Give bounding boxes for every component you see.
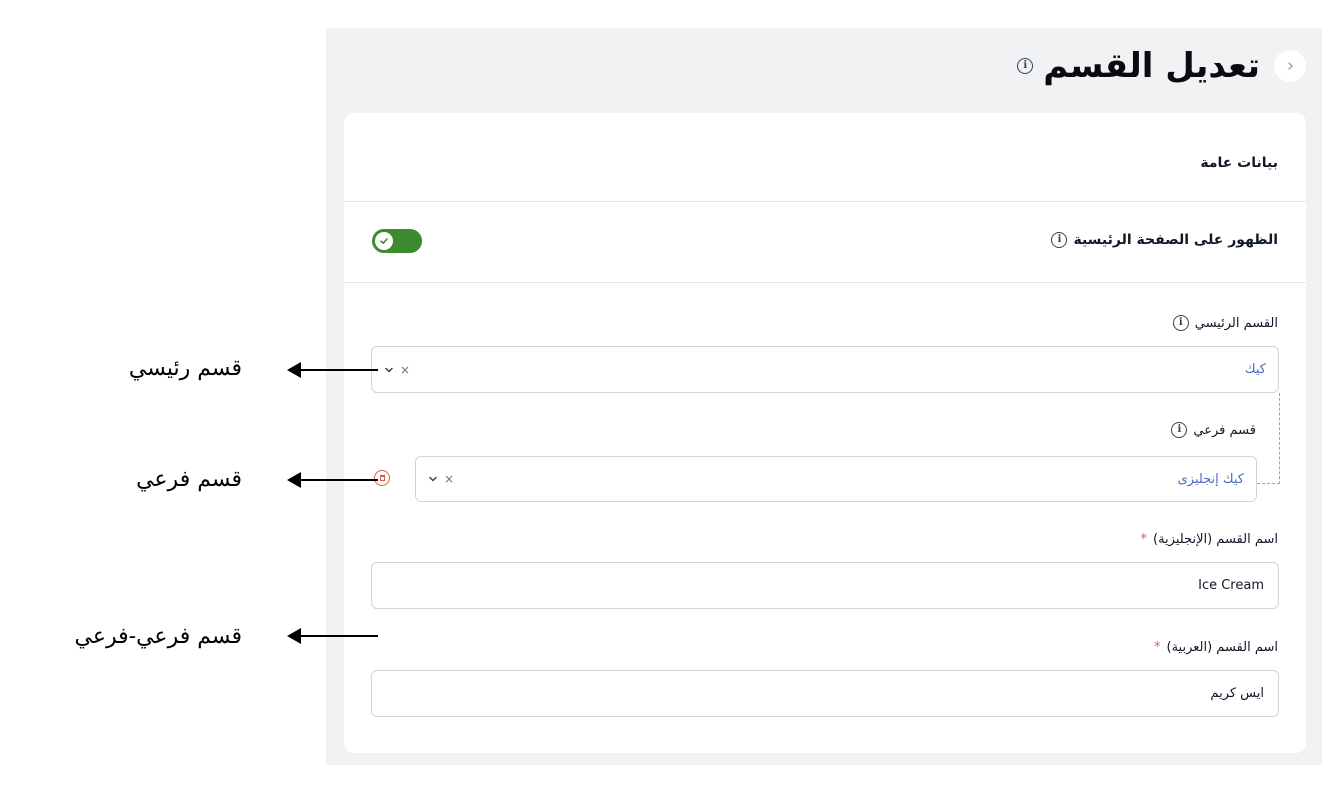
page-title: تعديل القسم [1043, 46, 1260, 86]
info-icon[interactable]: i [1051, 232, 1068, 248]
main-category-controls: × [384, 347, 410, 392]
divider [344, 201, 1306, 202]
chevron-down-icon[interactable] [384, 365, 394, 375]
annotation-subsub: قسم فرعي-فرعي [74, 624, 242, 649]
annotation-main: قسم رئيسي [128, 356, 242, 381]
main-category-label: القسم الرئيسي i [1172, 315, 1278, 331]
divider [344, 282, 1306, 283]
trash-icon [379, 475, 385, 481]
annotation-arrow [300, 369, 378, 371]
clear-icon[interactable]: × [444, 472, 454, 486]
sub-category-select[interactable]: كيك إنجليزى × [415, 456, 1257, 502]
clear-icon[interactable]: × [400, 363, 410, 377]
name-ar-input[interactable]: ايس كريم [371, 670, 1279, 717]
name-ar-label: اسم القسم (العربية) * [1154, 640, 1278, 655]
main-category-select[interactable]: كيك × [371, 346, 1279, 393]
name-en-label: اسم القسم (الإنجليزية) * [1141, 532, 1279, 547]
hierarchy-connector [1257, 393, 1280, 484]
check-icon [375, 232, 393, 250]
arrow-left-icon [287, 362, 301, 378]
arrow-left-icon [287, 628, 301, 644]
back-button[interactable] [1274, 50, 1306, 82]
annotation-sub: قسم فرعي [136, 467, 242, 492]
main-category-text: القسم الرئيسي [1194, 315, 1278, 331]
chevron-down-icon[interactable] [428, 474, 438, 484]
homepage-visibility-text: الظهور على الصفحة الرئيسية [1073, 232, 1278, 248]
homepage-visibility-toggle[interactable] [372, 229, 422, 253]
delete-subcategory-button[interactable] [374, 470, 390, 486]
required-marker: * [1140, 532, 1148, 547]
required-marker: * [1154, 640, 1161, 655]
info-icon[interactable]: i [1017, 58, 1034, 74]
name-ar-text: اسم القسم (العربية) [1166, 640, 1279, 655]
annotation-arrow [300, 479, 378, 481]
main-category-value: كيك [1244, 362, 1266, 377]
info-icon[interactable]: i [1171, 422, 1188, 438]
form-card: بيانات عامة الظهور على الصفحة الرئيسية i… [344, 113, 1306, 753]
homepage-visibility-label: الظهور على الصفحة الرئيسية i [1051, 232, 1278, 248]
section-title: بيانات عامة [1200, 155, 1278, 171]
name-en-text: اسم القسم (الإنجليزية) [1153, 532, 1278, 547]
name-en-input[interactable]: Ice Cream [371, 562, 1279, 609]
sub-category-controls: × [428, 457, 454, 501]
name-ar-value: ايس كريم [1210, 686, 1264, 701]
chevron-right-icon [1288, 62, 1293, 70]
annotation-arrow [300, 635, 378, 637]
page-header: تعديل القسم i [1017, 42, 1306, 90]
sub-category-value: كيك إنجليزى [1177, 471, 1244, 487]
sub-category-label: قسم فرعي i [1171, 422, 1256, 438]
name-en-value: Ice Cream [1198, 578, 1264, 593]
sub-category-text: قسم فرعي [1193, 422, 1256, 438]
info-icon[interactable]: i [1172, 315, 1189, 331]
arrow-left-icon [287, 472, 301, 488]
